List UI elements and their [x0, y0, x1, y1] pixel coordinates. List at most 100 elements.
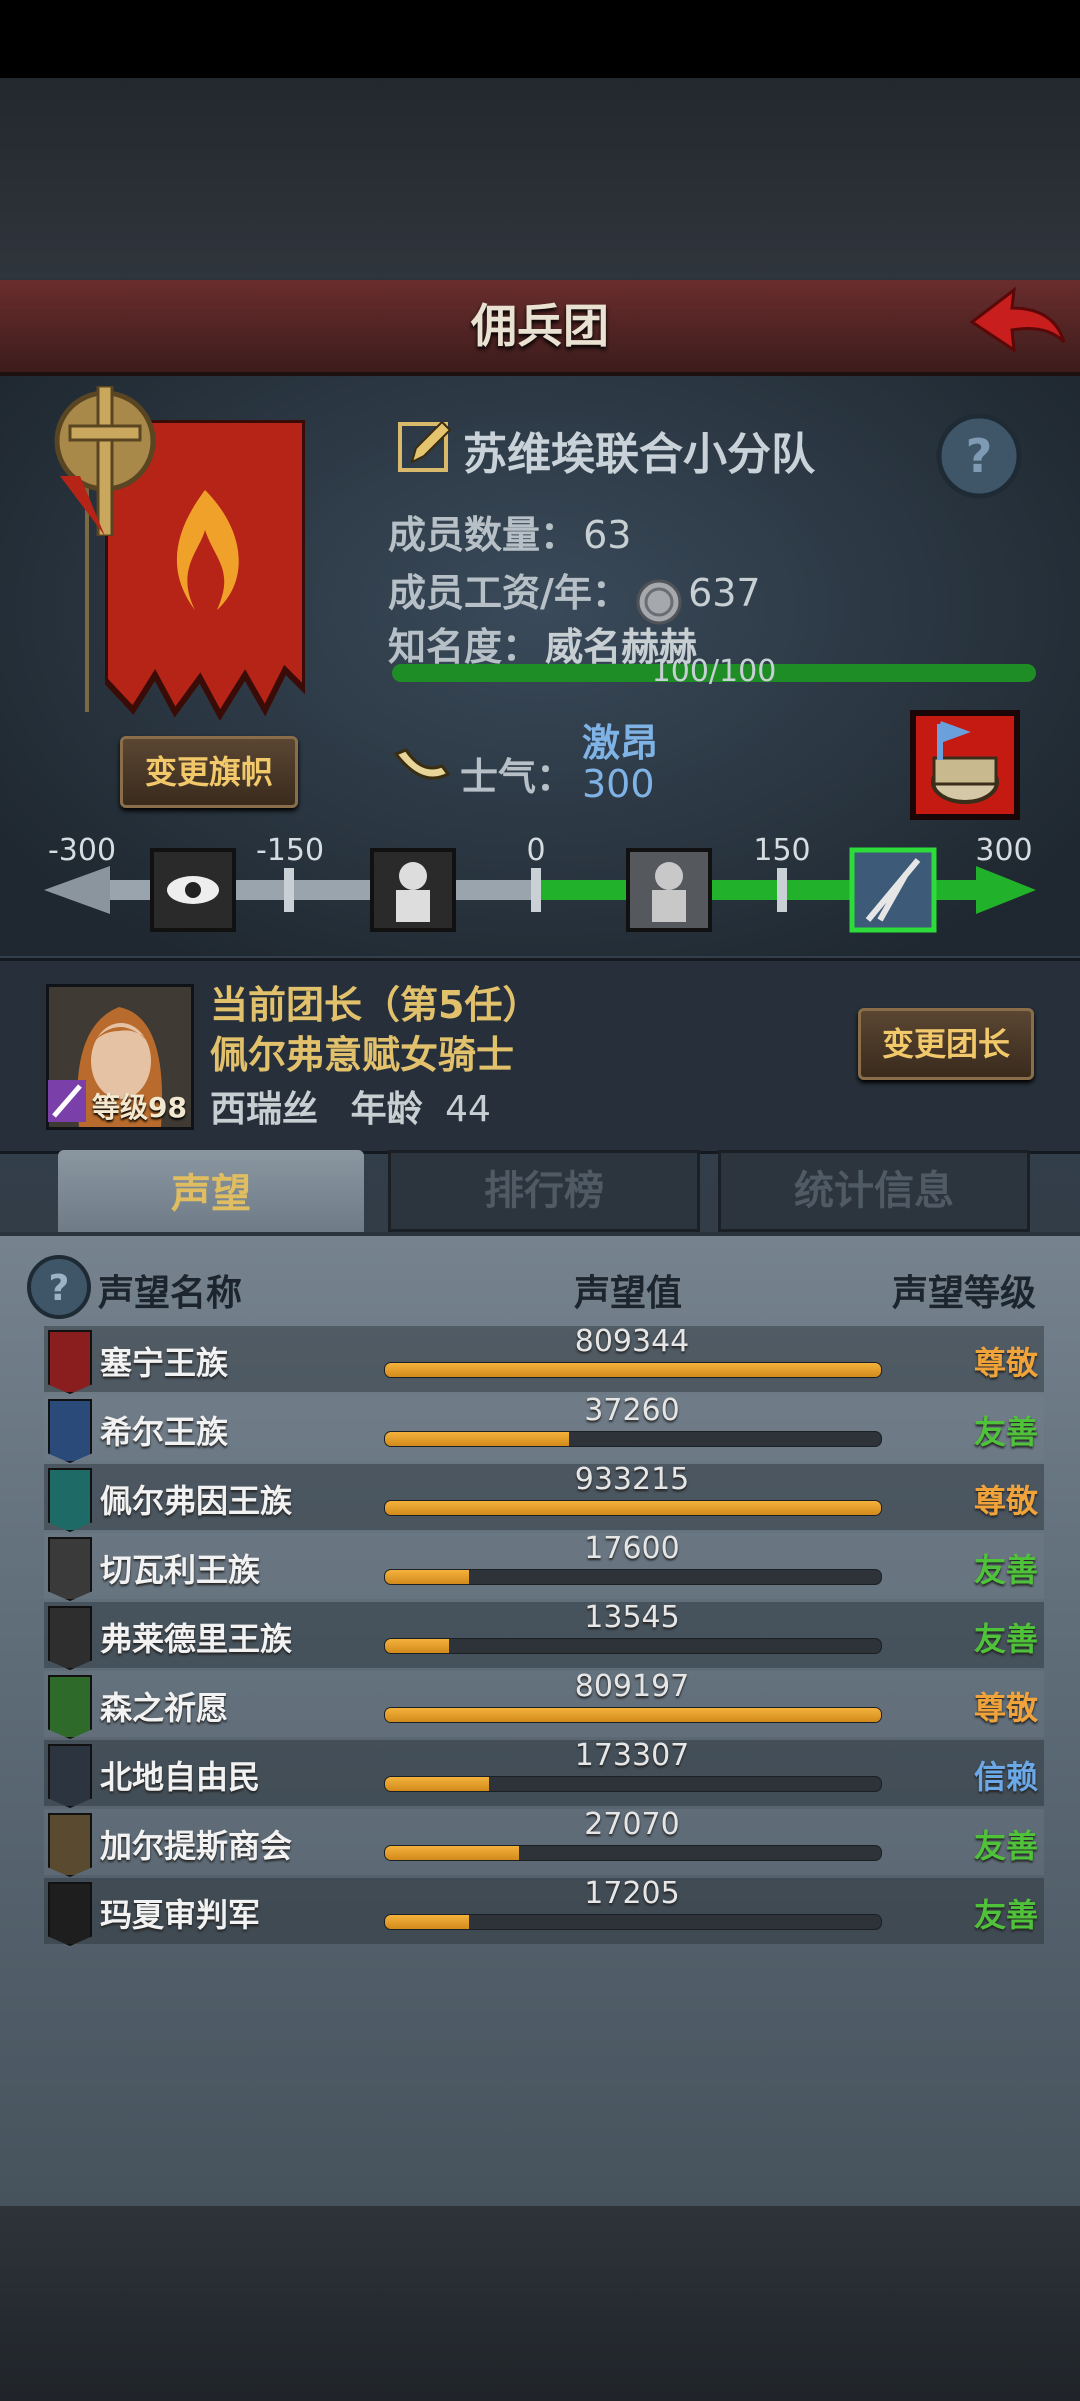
morale-tier-icon-4: [849, 847, 937, 933]
faction-name: 塞宁王族: [100, 1344, 229, 1382]
faction-name: 希尔王族: [100, 1413, 229, 1451]
reputation-progress-fill: [385, 1432, 569, 1446]
faction-name: 北地自由民: [100, 1758, 261, 1796]
faction-name: 森之祈愿: [100, 1689, 229, 1727]
svg-text:?: ?: [49, 1268, 70, 1309]
faction-icon: [48, 1468, 92, 1532]
faction-name: 加尔提斯商会: [100, 1827, 293, 1865]
reputation-level: 友善: [974, 1413, 1039, 1451]
back-arrow-icon[interactable]: [968, 284, 1068, 364]
pencil-edit-icon[interactable]: [398, 418, 454, 474]
reputation-progress-bar: [384, 1914, 882, 1930]
members-row: 成员数量： 63: [388, 504, 631, 559]
faction-icon: [48, 1675, 92, 1739]
table-row[interactable]: 塞宁王族 809344 尊敬: [44, 1324, 1044, 1394]
morale-label: 士气：: [460, 755, 575, 799]
reputation-progress-fill: [385, 1915, 470, 1929]
reputation-level: 信赖: [974, 1758, 1039, 1796]
morale-tier-icon-1: [150, 848, 236, 932]
faction-name: 佩尔弗因王族: [100, 1482, 293, 1520]
table-row[interactable]: 佩尔弗因王族 933215 尊敬: [44, 1462, 1044, 1532]
squad-name: 苏维埃联合小分队: [463, 429, 815, 480]
faction-icon: [48, 1744, 92, 1808]
reputation-progress-fill: [385, 1846, 519, 1860]
svg-text:?: ?: [966, 429, 993, 483]
tab-reputation[interactable]: 声望: [58, 1150, 364, 1238]
reputation-value: 809197: [574, 1669, 690, 1704]
scale-label: 150: [753, 833, 810, 868]
horn-icon: [393, 748, 451, 780]
salary-value: 637: [688, 571, 761, 615]
reputation-level: 友善: [974, 1620, 1039, 1658]
reputation-level: 尊敬: [974, 1482, 1039, 1520]
leader-age: 44: [445, 1089, 491, 1130]
scale-label: 300: [975, 833, 1032, 868]
reputation-level: 尊敬: [974, 1344, 1039, 1382]
reputation-progress-bar: [384, 1500, 882, 1516]
reputation-value: 17600: [584, 1531, 680, 1566]
header-rep-name: 声望名称: [98, 1273, 243, 1314]
reputation-progress-bar: [384, 1776, 882, 1792]
sword-crest-icon: [54, 386, 156, 536]
members-count: 63: [583, 513, 632, 557]
faction-name: 弗莱德里王族: [100, 1620, 293, 1658]
faction-icon: [48, 1399, 92, 1463]
reputation-progress-bar: [384, 1707, 882, 1723]
reputation-progress-bar: [384, 1638, 882, 1654]
morale-value: 300: [582, 762, 655, 806]
reputation-progress-bar: [384, 1431, 882, 1447]
faction-icon: [48, 1882, 92, 1946]
reputation-level: 友善: [974, 1551, 1039, 1589]
table-row[interactable]: 弗莱德里王族 13545 友善: [44, 1600, 1044, 1670]
top-background: [0, 78, 1080, 278]
fame-progress-text: 100/100: [651, 654, 777, 689]
leader-age-label: 年龄: [350, 1089, 423, 1130]
tab-ranking[interactable]: 排行榜: [388, 1150, 700, 1232]
scale-label: 0: [526, 833, 545, 868]
reputation-value: 933215: [574, 1462, 690, 1497]
reputation-level: 友善: [974, 1896, 1039, 1934]
leader-info: 西瑞丝 年龄 44: [210, 1080, 491, 1132]
members-label: 成员数量：: [388, 513, 579, 557]
table-row[interactable]: 玛夏审判军 17205 友善: [44, 1876, 1044, 1946]
change-leader-button[interactable]: 变更团长: [858, 1008, 1034, 1080]
morale-state: 激昂: [582, 721, 659, 765]
leader-rank: 佩尔弗意赋女骑士: [210, 1033, 515, 1077]
reputation-progress-fill: [385, 1570, 470, 1584]
morale-tier-icon-2: [370, 848, 456, 932]
faction-icon: [48, 1813, 92, 1877]
reputation-progress-bar: [384, 1569, 882, 1585]
change-banner-button[interactable]: 变更旗帜: [120, 736, 298, 808]
reputation-level: 友善: [974, 1827, 1039, 1865]
reputation-progress-fill: [385, 1708, 881, 1722]
reputation-progress-bar: [384, 1362, 882, 1378]
reputation-progress-fill: [385, 1363, 881, 1377]
reputation-progress-fill: [385, 1639, 450, 1653]
morale-scale: -300 -150 0 150 300: [44, 833, 1036, 933]
table-row[interactable]: 北地自由民 173307 信赖: [44, 1738, 1044, 1808]
reputation-value: 13545: [584, 1600, 680, 1635]
reputation-value: 809344: [574, 1324, 690, 1359]
war-drum-icon[interactable]: [910, 710, 1020, 820]
salary-label: 成员工资/年：: [388, 571, 630, 615]
faction-icon: [48, 1330, 92, 1394]
table-row[interactable]: 切瓦利王族 17600 友善: [44, 1531, 1044, 1601]
reputation-value: 37260: [584, 1393, 680, 1428]
faction-name: 玛夏审判军: [100, 1896, 261, 1934]
morale-tier-icon-3: [626, 848, 712, 932]
table-row[interactable]: 加尔提斯商会 27070 友善: [44, 1807, 1044, 1877]
faction-name: 切瓦利王族: [100, 1551, 261, 1589]
tab-statistics[interactable]: 统计信息: [718, 1150, 1030, 1232]
scale-label: -300: [48, 833, 116, 868]
reputation-progress-bar: [384, 1845, 882, 1861]
table-row[interactable]: 希尔王族 37260 友善: [44, 1393, 1044, 1463]
status-bar: [0, 0, 1080, 78]
reputation-value: 173307: [574, 1738, 690, 1773]
page-title: 佣兵团: [471, 299, 609, 353]
scale-label: -150: [256, 833, 324, 868]
header-rep-value: 声望值: [574, 1273, 683, 1314]
help-icon[interactable]: ?: [935, 412, 1023, 500]
table-row[interactable]: 森之祈愿 809197 尊敬: [44, 1669, 1044, 1739]
help-icon[interactable]: ?: [26, 1254, 92, 1320]
reputation-value: 27070: [584, 1807, 680, 1842]
